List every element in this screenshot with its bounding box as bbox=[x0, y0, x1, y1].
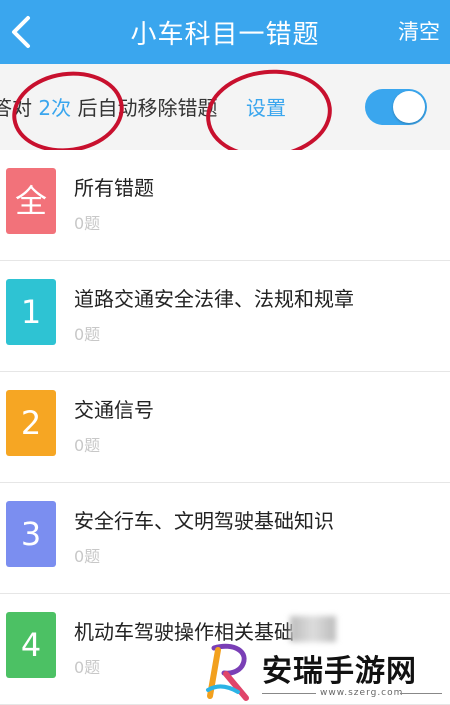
category-title: 机动车驾驶操作相关基础 bbox=[74, 620, 294, 644]
category-title: 所有错题 bbox=[74, 176, 154, 200]
question-count: 0题 bbox=[74, 214, 101, 233]
wrong-questions-screen: 小车科目一错题 清空 答对 2次 后自动移除错题 设置 全 所有错题 0题 1 … bbox=[0, 0, 450, 705]
list-item-chapter-3[interactable]: 3 安全行车、文明驾驶基础知识 0题 bbox=[0, 483, 450, 594]
list-item-chapter-2[interactable]: 2 交通信号 0题 bbox=[0, 372, 450, 483]
question-count: 0题 bbox=[74, 547, 101, 566]
question-count: 0题 bbox=[74, 436, 101, 455]
list-item-all[interactable]: 全 所有错题 0题 bbox=[0, 150, 450, 261]
page-title: 小车科目一错题 bbox=[130, 20, 320, 50]
question-count: 0题 bbox=[74, 658, 101, 677]
back-button[interactable] bbox=[8, 12, 36, 52]
auto-remove-description: 答对 2次 后自动移除错题 bbox=[0, 92, 217, 121]
category-title: 安全行车、文明驾驶基础知识 bbox=[74, 509, 334, 533]
list-item-chapter-1[interactable]: 1 道路交通安全法律、法规和规章 0题 bbox=[0, 261, 450, 372]
toggle-knob bbox=[393, 91, 425, 123]
app-header: 小车科目一错题 清空 bbox=[0, 0, 450, 64]
auto-remove-prefix: 答对 bbox=[0, 96, 32, 120]
chevron-left-icon bbox=[12, 16, 30, 48]
auto-remove-toggle[interactable] bbox=[365, 89, 427, 125]
auto-remove-count: 2次 bbox=[38, 96, 72, 120]
clear-button[interactable]: 清空 bbox=[398, 16, 440, 46]
list-item-chapter-4[interactable]: 4 机动车驾驶操作相关基础 0题 bbox=[0, 594, 450, 705]
category-badge: 3 bbox=[6, 501, 56, 567]
category-title: 交通信号 bbox=[74, 398, 154, 422]
category-badge: 2 bbox=[6, 390, 56, 456]
auto-remove-suffix: 后自动移除错题 bbox=[77, 96, 218, 120]
category-badge: 全 bbox=[6, 168, 56, 234]
category-title: 道路交通安全法律、法规和规章 bbox=[74, 287, 354, 311]
settings-link[interactable]: 设置 bbox=[246, 92, 286, 121]
question-count: 0题 bbox=[74, 325, 101, 344]
category-badge: 4 bbox=[6, 612, 56, 678]
category-badge: 1 bbox=[6, 279, 56, 345]
